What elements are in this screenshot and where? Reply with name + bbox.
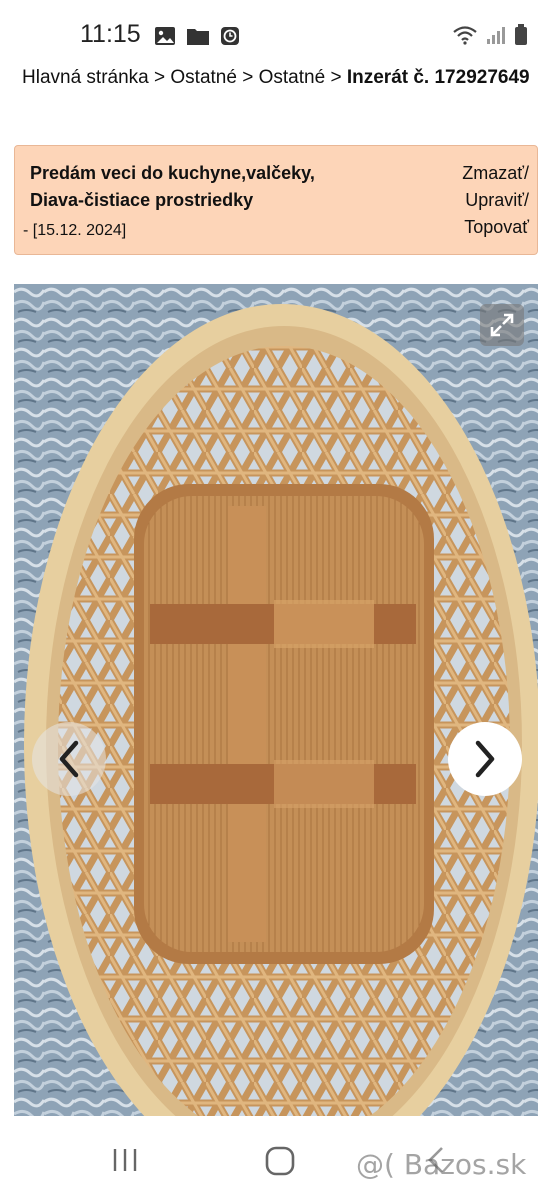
home-icon[interactable] <box>264 1145 296 1177</box>
listing-date: - [15.12. 2024] <box>23 222 127 239</box>
breadcrumb: Hlavná stránka > Ostatné > Ostatné > Inz… <box>22 64 532 91</box>
status-bar: 11:15 <box>0 0 554 72</box>
breadcrumb-subcategory-link[interactable]: Ostatné <box>259 67 326 88</box>
breadcrumb-current: Inzerát č. 172927649 <box>346 67 530 88</box>
battery-icon <box>515 24 527 45</box>
breadcrumb-separator: > <box>154 67 166 88</box>
listing-header: Predám veci do kuchyne,valčeky, Diava-či… <box>14 145 538 255</box>
listing-photo[interactable] <box>14 284 538 1116</box>
delete-link[interactable]: Zmazať/ <box>462 160 529 187</box>
watermark: @( Bazos.sk <box>356 1148 527 1181</box>
signal-icon <box>487 27 505 44</box>
listing-title-line2: Diava-čistiace prostriedky <box>30 190 254 210</box>
expand-icon <box>490 313 514 337</box>
status-time: 11:15 <box>80 20 141 48</box>
chevron-right-icon <box>475 740 495 778</box>
breadcrumb-separator: > <box>330 67 342 88</box>
breadcrumb-category-link[interactable]: Ostatné <box>170 67 237 88</box>
fullscreen-button[interactable] <box>480 304 524 346</box>
listing-actions: Zmazať/ Upraviť/ Topovať <box>462 160 529 241</box>
listing-title: Predám veci do kuchyne,valčeky, Diava-či… <box>30 160 360 214</box>
gallery-icon <box>155 27 175 45</box>
woven-basket-photo <box>14 284 538 1116</box>
listing-title-line1: Predám veci do kuchyne,valčeky, <box>30 163 315 183</box>
recent-apps-icon[interactable] <box>110 1145 140 1175</box>
breadcrumb-separator: > <box>242 67 254 88</box>
edit-link[interactable]: Upraviť/ <box>462 187 529 214</box>
promote-link[interactable]: Topovať <box>462 214 529 241</box>
status-system-icons <box>452 24 528 46</box>
previous-image-button[interactable] <box>32 722 106 796</box>
folder-icon <box>187 29 209 45</box>
chevron-left-icon <box>59 740 79 778</box>
breadcrumb-home-link[interactable]: Hlavná stránka <box>22 67 149 88</box>
wifi-icon <box>453 26 477 45</box>
next-image-button[interactable] <box>448 722 522 796</box>
clock-app-icon <box>221 27 239 45</box>
status-notification-icons <box>154 26 240 46</box>
